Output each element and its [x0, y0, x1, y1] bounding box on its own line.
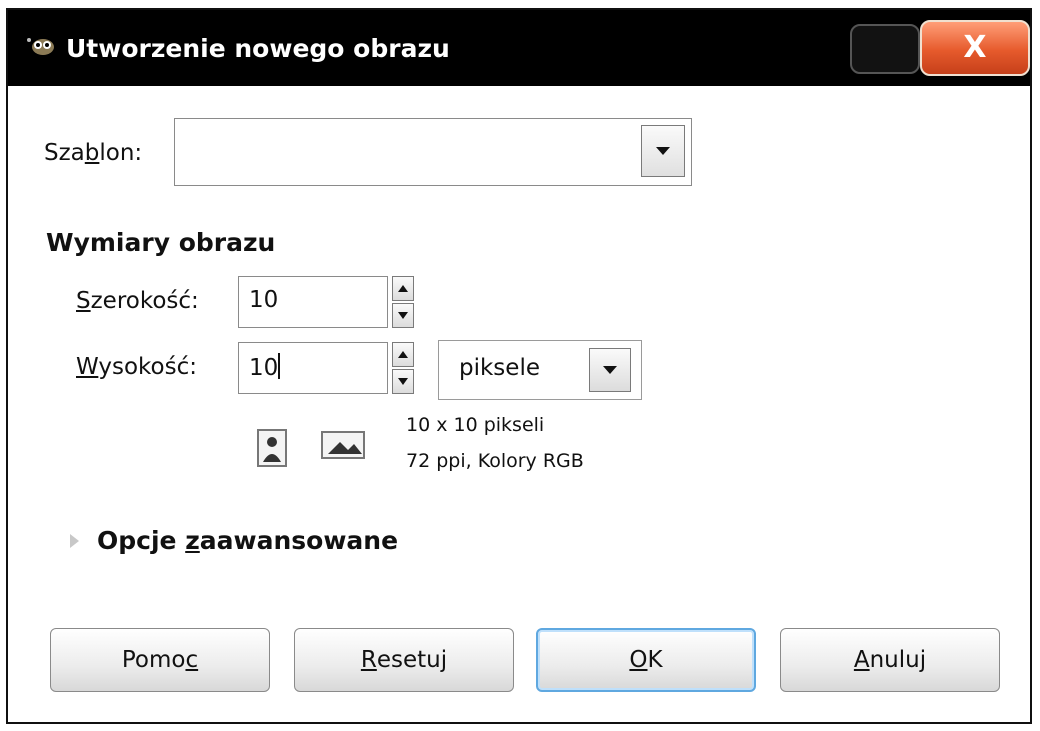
- image-dimensions-heading: Wymiary obrazu: [46, 228, 276, 257]
- unit-select[interactable]: piksele: [438, 340, 642, 400]
- chevron-down-icon: [656, 147, 670, 155]
- image-size-info: 10 x 10 pikseli: [406, 414, 545, 436]
- height-decrement-button[interactable]: [392, 369, 414, 394]
- unit-dropdown-button[interactable]: [589, 348, 631, 392]
- window-title: Utworzenie nowego obrazu: [66, 34, 450, 63]
- minimize-button[interactable]: [850, 24, 920, 74]
- title-bar[interactable]: Utworzenie nowego obrazu X: [8, 10, 1030, 86]
- close-button[interactable]: X: [920, 20, 1030, 76]
- advanced-options-expander[interactable]: Opcje zaawansowane: [70, 526, 398, 555]
- height-increment-button[interactable]: [392, 342, 414, 367]
- gimp-wilber-icon: [27, 38, 54, 55]
- width-label: Szerokość:: [76, 288, 199, 314]
- expander-arrow-icon: [70, 533, 79, 548]
- arrow-down-icon: [398, 378, 408, 385]
- text-cursor: [278, 353, 281, 379]
- width-decrement-button[interactable]: [392, 303, 414, 328]
- close-icon: X: [963, 30, 987, 65]
- advanced-options-label: Opcje zaawansowane: [97, 526, 399, 555]
- height-input[interactable]: 10: [238, 342, 388, 394]
- width-input[interactable]: 10: [238, 276, 388, 328]
- template-label: Szablon:: [44, 140, 143, 166]
- landscape-icon[interactable]: [320, 430, 368, 462]
- height-value: 10: [249, 355, 279, 381]
- arrow-up-icon: [398, 285, 408, 292]
- dialog-window: Utworzenie nowego obrazu X Szablon: Wymi…: [6, 8, 1032, 724]
- template-combo[interactable]: [174, 118, 692, 186]
- template-dropdown-button[interactable]: [641, 125, 685, 177]
- reset-button[interactable]: Resetuj: [294, 628, 514, 692]
- unit-value: piksele: [459, 355, 540, 381]
- help-button[interactable]: Pomo c: [50, 628, 270, 692]
- width-increment-button[interactable]: [392, 276, 414, 301]
- arrow-down-icon: [398, 312, 408, 319]
- chevron-down-icon: [603, 366, 617, 374]
- height-label: Wysokość:: [76, 354, 197, 380]
- cancel-button[interactable]: Anuluj: [780, 628, 1000, 692]
- width-spinner[interactable]: [392, 276, 414, 328]
- height-spinner[interactable]: [392, 342, 414, 394]
- portrait-icon[interactable]: [256, 428, 290, 468]
- ok-button[interactable]: OK: [536, 628, 756, 692]
- arrow-up-icon: [398, 351, 408, 358]
- image-resolution-info: 72 ppi, Kolory RGB: [406, 450, 584, 472]
